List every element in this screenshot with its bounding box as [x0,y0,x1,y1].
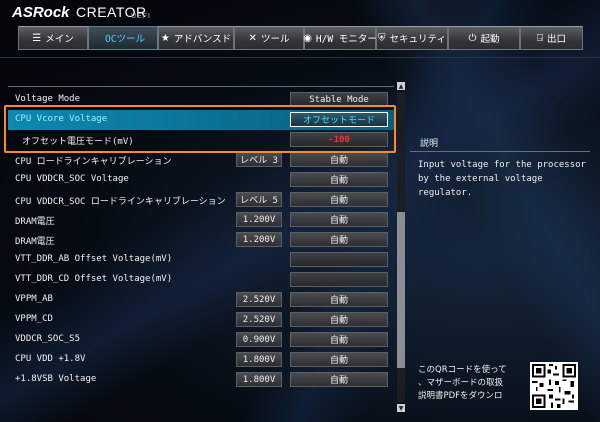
option-18vsb[interactable]: 自動 [290,372,388,387]
option-soc-llc[interactable]: 自動 [290,192,388,207]
value-vppm-cd: 2.520V [236,312,282,327]
setting-row-vppm-cd[interactable]: VPPM_CD 2.520V 自動 [8,310,394,330]
setting-row-soc-voltage[interactable]: CPU VDDCR_SOC Voltage 自動 [8,170,394,190]
uefi-label: UEFI [131,13,151,20]
scroll-up-arrow-icon[interactable]: ▲ [397,82,405,90]
tab-exit[interactable]: ⍈ 出口 [520,26,583,50]
tab-advanced[interactable]: ★ アドバンスド [158,26,234,50]
value-dram-voltage-2: 1.200V [236,232,282,247]
description-text: Input voltage for the processor by the e… [418,160,586,198]
option-vtt-ddr-ab[interactable] [290,252,388,267]
option-vtt-ddr-cd[interactable] [290,272,388,287]
tab-tool[interactable]: ✕ ツール [234,26,304,50]
qr-code-icon [530,362,578,410]
tab-hw-monitor[interactable]: ◉ H/W モニター [303,26,377,50]
setting-row-soc-llc[interactable]: CPU VDDCR_SOC ロードラインキャリブレーション レベル 5 自動 [8,190,394,210]
option-vppm-ab[interactable]: 自動 [290,292,388,307]
tab-main[interactable]: ☰ メイン [18,26,88,50]
qr-caption: このQRコードを使って 、マザーボードの取扱 説明書PDFをダウンロ [418,365,507,401]
tab-bar: ☰ メイン OCツール ★ アドバンスド ✕ ツール ◉ H/W モニター ⛨ セキュリテ… [18,26,583,50]
setting-row-vtt-ddr-cd[interactable]: VTT_DDR_CD Offset Voltage(mV) [8,270,394,290]
scrollbar-thumb[interactable] [397,212,405,368]
menu-icon: ☰ [32,32,42,44]
monitor-icon: ◉ [303,32,312,44]
star-icon: ★ [160,32,170,44]
description-divider [410,151,590,152]
tab-boot[interactable]: ⏻ 起動 [448,26,520,50]
tab-security[interactable]: ⛨ セキュリティ [376,26,448,50]
value-cpu-llc: レベル 3 [236,152,282,167]
option-cpu-llc[interactable]: 自動 [290,152,388,167]
exit-icon: ⍈ [536,32,543,44]
option-cpu-vdd-18v[interactable]: 自動 [290,352,388,367]
power-icon: ⏻ [468,32,477,44]
setting-row-dram-voltage-1[interactable]: DRAM電圧 1.200V 自動 [8,210,394,230]
header-divider [0,57,600,58]
scroll-down-arrow-icon[interactable]: ▼ [397,404,405,412]
value-cpu-vdd-18v: 1.800V [236,352,282,367]
option-soc-voltage[interactable]: 自動 [290,172,388,187]
setting-row-dram-voltage-2[interactable]: DRAM電圧 1.200V 自動 [8,230,394,250]
header: ASRock CREATOR UEFI ☰ メイン OCツール ★ アドバンスド ✕… [0,0,600,58]
value-soc-llc: レベル 5 [236,192,282,207]
setting-row-cpu-vdd-18v[interactable]: CPU VDD +1.8V 1.800V 自動 [8,350,394,370]
value-18vsb: 1.800V [236,372,282,387]
option-vddcr-soc-s5[interactable]: 自動 [290,332,388,347]
setting-row-18vsb[interactable]: +1.8VSB Voltage 1.800V 自動 [8,370,394,390]
highlight-box [4,105,396,153]
brand-logo: ASRock [12,4,70,21]
setting-row-cpu-llc[interactable]: CPU ロードラインキャリブレーション レベル 3 自動 [8,150,394,170]
tab-oc-tweaker[interactable]: OCツール [88,26,158,50]
option-vppm-cd[interactable]: 自動 [290,312,388,327]
setting-row-vddcr-soc-s5[interactable]: VDDCR_SOC_S5 0.900V 自動 [8,330,394,350]
option-dram-voltage-1[interactable]: 自動 [290,212,388,227]
setting-row-vtt-ddr-ab[interactable]: VTT_DDR_AB Offset Voltage(mV) [8,250,394,270]
value-vppm-ab: 2.520V [236,292,282,307]
value-dram-voltage-1: 1.200V [236,212,282,227]
shield-icon: ⛨ [378,32,386,44]
description-title: 説明 [420,139,439,149]
value-vddcr-soc-s5: 0.900V [236,332,282,347]
setting-row-vppm-ab[interactable]: VPPM_AB 2.520V 自動 [8,290,394,310]
option-dram-voltage-2[interactable]: 自動 [290,232,388,247]
tools-icon: ✕ [248,32,257,44]
